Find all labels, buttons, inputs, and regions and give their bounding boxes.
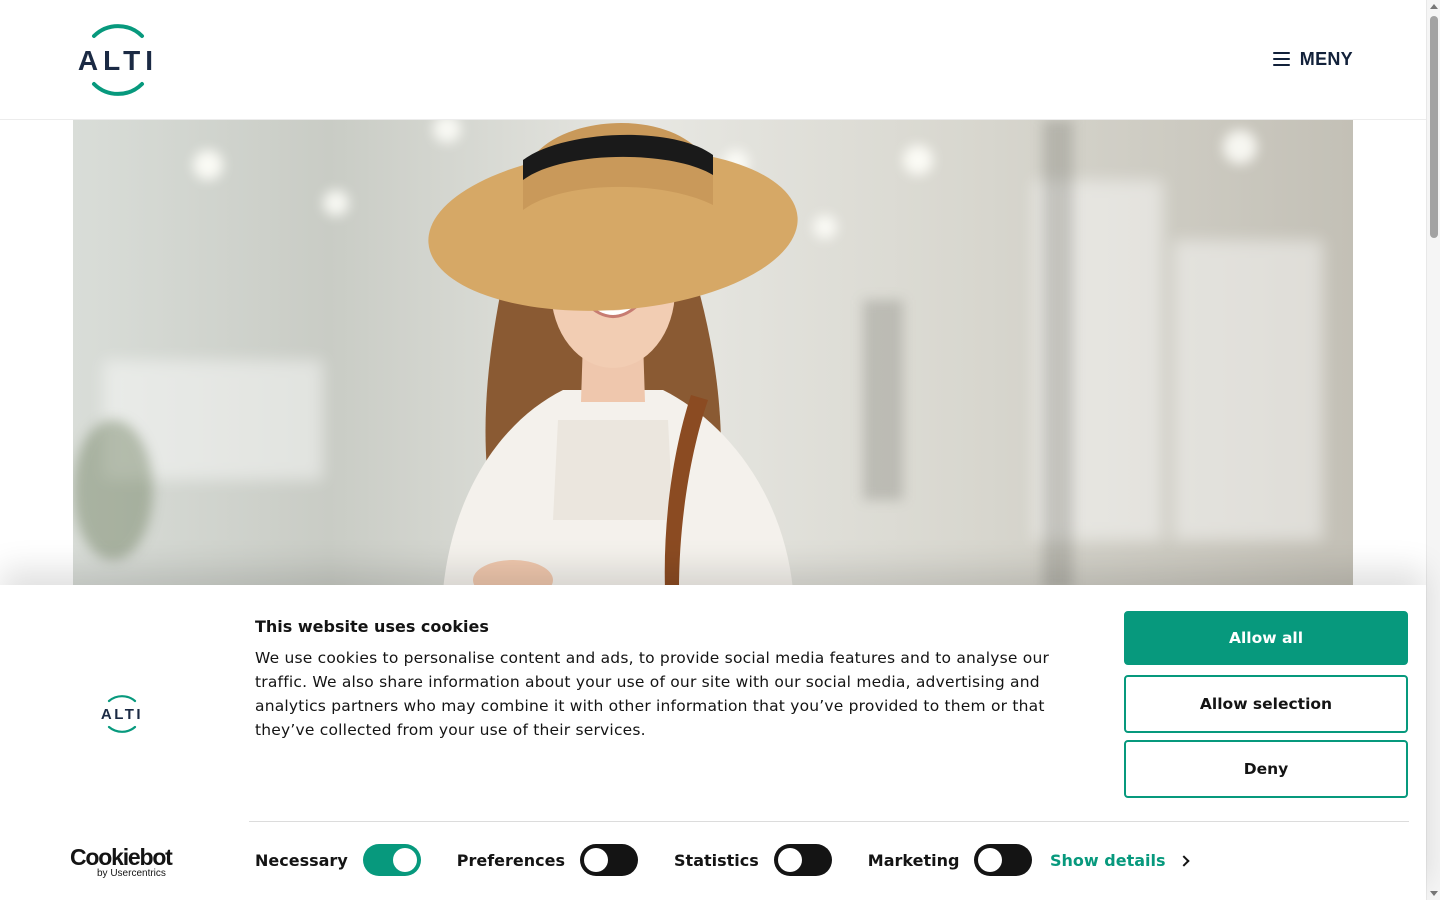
preferences-switch[interactable]: [580, 844, 639, 876]
show-details-label: Show details: [1050, 850, 1166, 870]
toggle-label-necessary: Necessary: [255, 850, 348, 870]
cookie-banner-body: We use cookies to personalise content an…: [255, 649, 1050, 739]
site-header: ALTI MENY: [0, 0, 1426, 120]
toggle-statistics: Statistics: [674, 844, 832, 876]
chevron-right-icon: [1177, 854, 1190, 867]
scroll-thumb[interactable]: [1430, 16, 1438, 238]
page-scrollbar[interactable]: [1426, 0, 1440, 900]
hero-image: [73, 120, 1353, 590]
toggle-necessary: Necessary: [255, 844, 421, 876]
scroll-up-arrow-icon[interactable]: [1430, 4, 1438, 9]
cookie-consent-banner: ALTI This website uses cookies We use co…: [0, 585, 1426, 900]
svg-text:ALTI: ALTI: [78, 45, 158, 76]
toggle-label-statistics: Statistics: [674, 850, 759, 870]
svg-text:ALTI: ALTI: [101, 706, 143, 723]
alti-logo[interactable]: ALTI: [72, 16, 164, 104]
statistics-switch[interactable]: [773, 844, 832, 876]
menu-button[interactable]: MENY: [1272, 47, 1353, 71]
allow-all-button[interactable]: Allow all: [1124, 611, 1408, 665]
toggle-marketing: Marketing: [868, 844, 1033, 876]
alti-banner-logo: ALTI: [96, 690, 148, 738]
toggle-preferences: Preferences: [456, 844, 639, 876]
scroll-down-arrow-icon[interactable]: [1430, 891, 1438, 896]
woman-in-straw-hat: [373, 120, 853, 590]
necessary-switch[interactable]: [362, 844, 421, 876]
menu-label: MENY: [1299, 48, 1353, 69]
cookiebot-logo[interactable]: Cookiebot by Usercentrics: [70, 846, 180, 880]
divider: [249, 821, 1409, 822]
toggle-label-preferences: Preferences: [456, 850, 566, 870]
marketing-switch[interactable]: [974, 844, 1033, 876]
consent-toggles: Necessary Preferences Statistics Marketi…: [255, 843, 1068, 877]
show-details-link[interactable]: Show details: [1050, 849, 1190, 871]
toggle-label-marketing: Marketing: [867, 850, 960, 870]
deny-button[interactable]: Deny: [1124, 740, 1408, 798]
hamburger-icon: [1272, 52, 1290, 66]
cookiebot-brand: Cookiebot: [70, 844, 173, 870]
allow-selection-button[interactable]: Allow selection: [1124, 675, 1408, 733]
cookie-banner-title: This website uses cookies: [255, 617, 489, 636]
